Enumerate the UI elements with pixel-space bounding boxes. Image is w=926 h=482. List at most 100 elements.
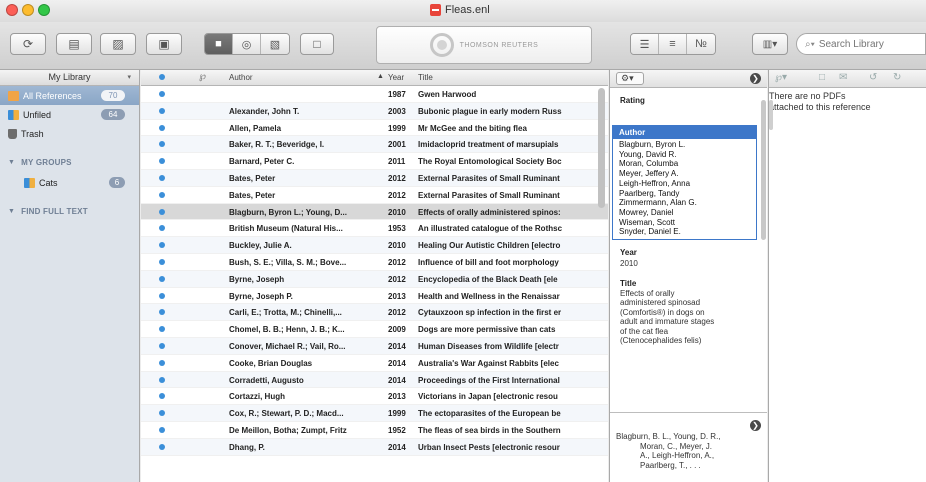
- gear-icon: ⚙▾: [621, 73, 634, 83]
- table-row[interactable]: Alexander, John T. 2003 Bubonic plague in …: [141, 102, 608, 120]
- detail-actions-button[interactable]: ⚙▾: [616, 72, 644, 85]
- rotate-right-icon[interactable]: ↻: [893, 72, 901, 83]
- column-header-title[interactable]: Title: [418, 73, 433, 82]
- next-reference-button[interactable]: ❯: [750, 73, 761, 84]
- pdf-toolbar: ℘▾ □ ✉ ↺ ↻: [769, 70, 926, 88]
- table-row[interactable]: Buckley, Julie A. 2010 Healing Our Autisti…: [141, 237, 608, 254]
- year-cell: 1987: [388, 90, 406, 99]
- author-entry: Zimmermann, Alan G.: [619, 198, 697, 208]
- groups-sidebar: My Library ▾ All References 70 Unfiled 6…: [0, 70, 140, 482]
- title-cell: Human Diseases from Wildlife [electr: [418, 341, 559, 351]
- title-cell: Effects of orally administered spinos:: [418, 207, 561, 217]
- year-cell: 2003: [388, 106, 406, 116]
- year-cell: 2010: [388, 241, 406, 251]
- search-input[interactable]: [818, 38, 911, 50]
- year-cell: 2012: [388, 308, 406, 318]
- year-cell: 2012: [388, 274, 406, 284]
- table-row[interactable]: Dhang, P. 2014 Urban Insect Pests [electro…: [141, 438, 608, 456]
- list-view-icon: ■: [215, 38, 222, 50]
- trash-icon: [8, 128, 17, 139]
- unread-dot-icon: [159, 326, 165, 333]
- my-groups-header[interactable]: ▼ MY GROUPS: [0, 151, 139, 173]
- sidebar-item-all-references[interactable]: All References 70: [0, 86, 139, 105]
- thomson-reuters-logo-icon: [429, 33, 454, 57]
- close-window-button[interactable]: [6, 4, 18, 16]
- minimize-window-button[interactable]: [22, 4, 34, 16]
- sidebar-header-label: My Library: [48, 72, 91, 82]
- table-row[interactable]: Baker, R. T.; Beveridge, I. 2001 Imidaclop…: [141, 136, 608, 154]
- year-label: Year: [620, 248, 637, 258]
- list-header: ℘ Author ▲ Year Title: [141, 70, 608, 86]
- year-cell: 2012: [388, 173, 406, 183]
- sync-button[interactable]: ⟳: [10, 33, 46, 55]
- globe-icon: ◎: [241, 38, 252, 51]
- online-search-button[interactable]: ▤: [56, 33, 92, 55]
- author-label: Author: [613, 126, 756, 139]
- online-search-mode-button[interactable]: ◎: [233, 34, 261, 54]
- table-row[interactable]: Chomel, B. B.; Henn, J. B.; K... 2009 Dogs…: [141, 321, 608, 338]
- table-row[interactable]: Byrne, Joseph 2012 Encyclopedia of the Bla…: [141, 270, 608, 288]
- detail-scrollbar[interactable]: [761, 100, 766, 240]
- column-header-author[interactable]: Author: [229, 73, 253, 82]
- zoom-window-button[interactable]: [38, 4, 50, 16]
- email-icon[interactable]: ✉: [839, 72, 847, 83]
- detail-header: ⚙▾ ❯: [610, 70, 767, 88]
- table-row[interactable]: Cortazzi, Hugh 2013 Victorians in Japan [e…: [141, 388, 608, 406]
- table-row[interactable]: Bates, Peter 2012 External Parasites of Sm…: [141, 169, 608, 187]
- layout-menu-button[interactable]: ▥▾: [752, 33, 788, 55]
- author-cell: Corradetti, Augusto: [229, 375, 304, 385]
- table-row[interactable]: Barnard, Peter C. 2011 The Royal Entomolog…: [141, 153, 608, 170]
- author-field[interactable]: Author Blagburn, Byron L. Young, David R.…: [612, 125, 757, 241]
- arrow-right-icon: ❯: [752, 74, 759, 83]
- local-library-button[interactable]: ▣: [146, 33, 182, 55]
- insert-citation-button[interactable]: ☰: [631, 34, 659, 54]
- preview-toggle-button[interactable]: ❯: [750, 420, 761, 431]
- table-row[interactable]: Blagburn, Byron L.; Young, D... 2010 Effec…: [141, 203, 608, 221]
- integrated-library-mode-button[interactable]: ▧: [261, 34, 289, 54]
- list-scrollbar[interactable]: [598, 88, 605, 208]
- find-full-text-header[interactable]: ▼ FIND FULL TEXT: [0, 200, 139, 222]
- table-row[interactable]: 1987 Gwen Harwood: [141, 86, 608, 103]
- rotate-left-icon[interactable]: ↺: [869, 72, 877, 83]
- attachment-column-icon[interactable]: ℘: [199, 71, 206, 82]
- new-group-button[interactable]: □: [300, 33, 334, 55]
- table-row[interactable]: Carli, E.; Trotta, M.; Chinelli,... 2012 C…: [141, 304, 608, 322]
- table-row[interactable]: Cooke, Brian Douglas 2014 Australia's War …: [141, 355, 608, 372]
- sidebar-item-trash[interactable]: Trash: [0, 124, 139, 143]
- read-status-column-icon[interactable]: [159, 74, 165, 80]
- sidebar-item-unfiled[interactable]: Unfiled 64: [0, 105, 139, 124]
- author-list: Blagburn, Byron L. Young, David R. Moran, …: [613, 139, 756, 239]
- author-cell: Chomel, B. B.; Henn, J. B.; K...: [229, 325, 345, 335]
- unread-dot-icon: [159, 174, 165, 181]
- search-field[interactable]: ⌕▾: [796, 33, 926, 55]
- rating-field[interactable]: [610, 105, 767, 125]
- table-row[interactable]: Byrne, Joseph P. 2013 Health and Wellness …: [141, 288, 608, 305]
- new-reference-button[interactable]: ▨: [100, 33, 136, 55]
- column-header-year[interactable]: Year: [388, 73, 404, 82]
- search-library-icon: ▤: [68, 37, 80, 51]
- table-row[interactable]: Bush, S. E.; Villa, S. M.; Bove... 2012 In…: [141, 254, 608, 271]
- attach-file-icon[interactable]: ℘▾: [775, 72, 787, 83]
- open-pdf-icon[interactable]: □: [819, 72, 825, 83]
- table-row[interactable]: De Meillon, Botha; Zumpt, Fritz 1952 The f…: [141, 422, 608, 439]
- sidebar-item-cats[interactable]: Cats 6: [0, 173, 139, 192]
- pane-divider[interactable]: [610, 412, 767, 413]
- local-library-mode-button[interactable]: ■: [205, 34, 233, 54]
- title-cell: Health and Wellness in the Renaissar: [418, 291, 560, 301]
- sidebar-header[interactable]: My Library ▾: [0, 70, 139, 86]
- search-icon: ⌕▾: [805, 38, 815, 50]
- table-row[interactable]: Allen, Pamela 1999 Mr McGee and the biting…: [141, 120, 608, 137]
- year-value[interactable]: 2010: [610, 259, 767, 269]
- pdf-scrollbar[interactable]: [769, 100, 773, 130]
- table-row[interactable]: Cox, R.; Stewart, P. D.; Macd... 1999 The …: [141, 405, 608, 422]
- author-cell: Blagburn, Byron L.; Young, D...: [229, 207, 347, 217]
- title-line: (Ctenocephalides felis): [620, 336, 702, 346]
- table-row[interactable]: Bates, Peter 2012 External Parasites of Sm…: [141, 187, 608, 204]
- table-row[interactable]: British Museum (Natural His... 1953 An ill…: [141, 220, 608, 238]
- title-value[interactable]: Effects of orally administered spinosad (C…: [610, 289, 767, 346]
- format-bibliography-button[interactable]: ≡: [659, 34, 687, 54]
- table-row[interactable]: Conover, Michael R.; Vail, Ro... 2014 Huma…: [141, 337, 608, 355]
- year-cell: 1999: [388, 409, 406, 419]
- table-row[interactable]: Corradetti, Augusto 2014 Proceedings of th…: [141, 371, 608, 389]
- return-to-word-button[interactable]: №: [687, 34, 715, 54]
